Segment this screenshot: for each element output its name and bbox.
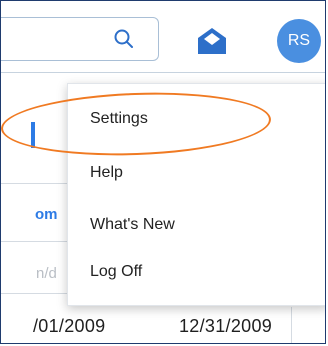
end-date-cell: 12/31/2009 (179, 316, 273, 336)
start-date-cell: /01/2009 (33, 316, 106, 336)
search-input[interactable] (1, 17, 159, 61)
background-partial-text: om (35, 206, 58, 223)
app-window: RS om n/d /01/2009 12/31/2009 Settings H… (0, 0, 326, 344)
divider (1, 72, 325, 73)
avatar[interactable]: RS (277, 19, 321, 63)
envelope-open-icon[interactable] (194, 23, 230, 59)
menu-item-help[interactable]: Help (90, 164, 123, 182)
background-date-placeholder: n/d (36, 265, 57, 282)
menu-item-whats-new[interactable]: What's New (90, 216, 175, 234)
search-icon[interactable] (113, 28, 135, 50)
table-cell-divider (291, 307, 292, 343)
top-bar: RS (1, 1, 325, 79)
menu-item-log-off[interactable]: Log Off (90, 263, 142, 281)
